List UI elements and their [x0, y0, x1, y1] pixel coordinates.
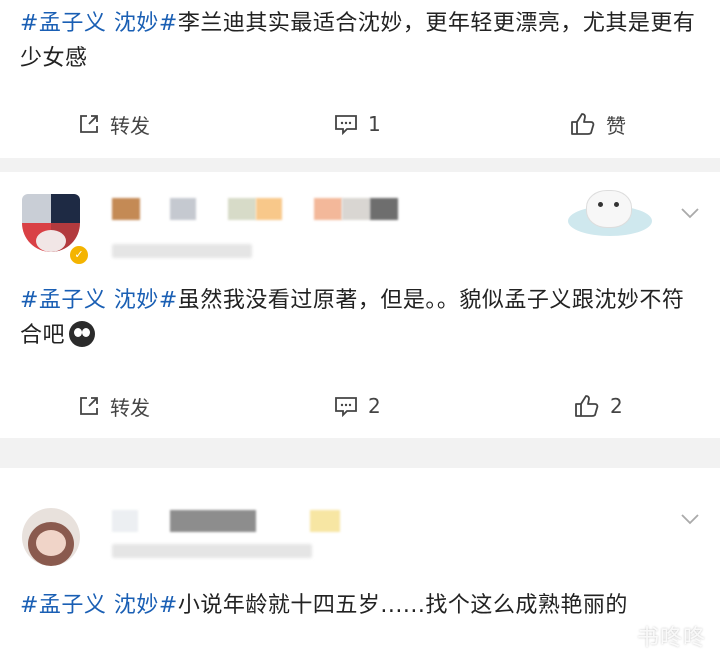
post-1-text: #孟子义 沈妙#李兰迪其实最适合沈妙，更年轻更漂亮，尤其是更有少女感	[20, 6, 700, 76]
like-button[interactable]: 赞	[570, 104, 626, 144]
chevron-down-icon[interactable]	[680, 510, 700, 529]
repost-icon	[78, 113, 100, 135]
post-1-actions: 转发 1 赞	[0, 104, 720, 144]
verified-badge-icon: ✓	[68, 244, 90, 266]
post-meta-blurred	[112, 544, 312, 558]
post-3-hashtag[interactable]: #孟子义 沈妙#	[20, 593, 178, 618]
post-2: ✓ #孟子义 沈妙#虽然我没看过原著，但是。。貌似孟子义跟沈妙不符合吧 转发 2…	[0, 172, 720, 438]
chevron-down-icon[interactable]	[680, 204, 700, 223]
like-button[interactable]: 2	[574, 386, 623, 426]
decoration-sticker-icon	[560, 180, 660, 240]
post-1-hashtag[interactable]: #孟子义 沈妙#	[20, 11, 178, 36]
post-3-body: 小说年龄就十四五岁......找个这么成熟艳丽的	[177, 593, 628, 618]
comment-button[interactable]: 2	[334, 386, 381, 426]
thumbs-up-icon	[570, 112, 596, 136]
avatar[interactable]	[22, 194, 80, 252]
post-meta-blurred	[112, 244, 252, 258]
comment-button[interactable]: 1	[334, 104, 381, 144]
post-3: #孟子义 沈妙#小说年龄就十四五岁......找个这么成熟艳丽的	[0, 468, 720, 668]
post-2-actions: 转发 2 2	[0, 386, 720, 426]
watermark: 书咚咚	[636, 626, 706, 651]
post-1: #孟子义 沈妙#李兰迪其实最适合沈妙，更年轻更漂亮，尤其是更有少女感 转发 1 …	[0, 0, 720, 158]
like-label: 赞	[606, 113, 626, 138]
comment-count: 2	[368, 394, 381, 418]
repost-button[interactable]: 转发	[78, 386, 150, 426]
username-blurred[interactable]	[112, 510, 352, 532]
like-count: 2	[610, 394, 623, 418]
post-3-text: #孟子义 沈妙#小说年龄就十四五岁......找个这么成熟艳丽的	[20, 588, 660, 623]
repost-label: 转发	[110, 113, 150, 138]
comment-icon	[334, 395, 358, 417]
divider	[0, 438, 720, 468]
comment-icon	[334, 113, 358, 135]
post-2-text: #孟子义 沈妙#虽然我没看过原著，但是。。貌似孟子义跟沈妙不符合吧	[20, 283, 700, 353]
username-blurred[interactable]	[112, 198, 412, 220]
comment-count: 1	[368, 112, 381, 136]
avatar[interactable]	[22, 508, 80, 566]
post-2-hashtag[interactable]: #孟子义 沈妙#	[20, 288, 178, 313]
repost-icon	[78, 395, 100, 417]
repost-label: 转发	[110, 395, 150, 420]
thumbs-up-icon	[574, 394, 600, 418]
divider	[0, 158, 720, 172]
emoji-icon	[69, 321, 96, 347]
repost-button[interactable]: 转发	[78, 104, 150, 144]
